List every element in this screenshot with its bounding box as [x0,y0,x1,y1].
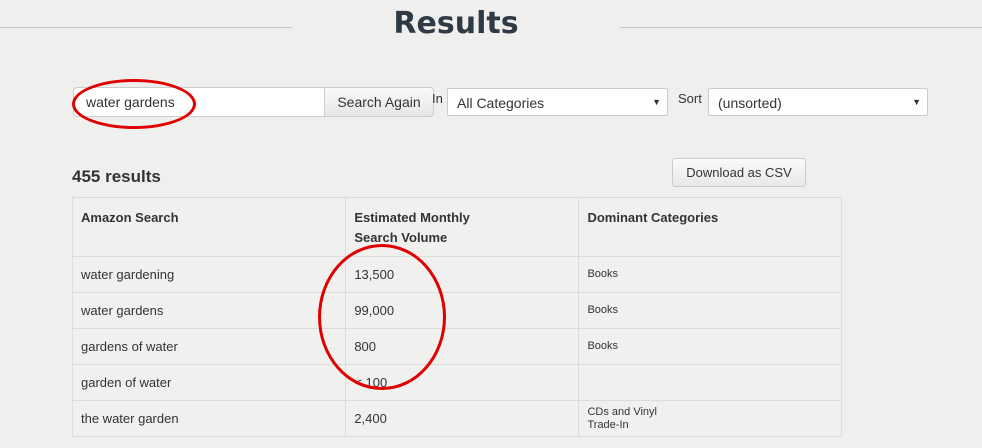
triangle-down-icon: ▼ [652,97,661,107]
search-volume-cell: 800 [345,328,580,365]
column-header-search-volume-label: Estimated Monthly Search Volume [354,210,470,245]
page-title: Results [393,6,519,41]
table-header-row: Amazon Search Estimated Monthly Search V… [71,197,842,257]
category-label: In [432,91,443,106]
category-cell: Books [578,256,842,293]
category-cell: CDs and Vinyl Trade-In [578,400,842,437]
table-row: water gardening 13,500 Books [71,256,842,293]
sort-select[interactable]: (unsorted) ▼ [708,88,928,116]
table-row: garden of water < 100 [71,364,842,401]
download-csv-button[interactable]: Download as CSV [672,158,806,187]
category-cell: Books [578,292,842,329]
search-volume-cell: 13,500 [345,256,580,293]
results-table: Amazon Search Estimated Monthly Search V… [71,197,842,437]
search-volume-cell: < 100 [345,364,580,401]
column-header-amazon-search: Amazon Search [71,197,347,257]
category-select-value: All Categories [457,95,545,111]
search-term-cell[interactable]: water gardens [71,292,347,329]
category-cell [578,364,842,401]
sort-select-value: (unsorted) [718,95,782,111]
triangle-down-icon: ▼ [912,97,921,107]
search-form: Search Again [73,87,434,117]
table-row: the water garden 2,400 CDs and Vinyl Tra… [71,400,842,437]
column-header-search-volume: Estimated Monthly Search Volume [345,197,580,257]
search-term-cell[interactable]: water gardening [71,256,347,293]
search-volume-cell: 99,000 [345,292,580,329]
search-volume-cell: 2,400 [345,400,580,437]
search-term-cell[interactable]: the water garden [71,400,347,437]
search-term-cell[interactable]: gardens of water [71,328,347,365]
category-select[interactable]: All Categories ▼ [447,88,668,116]
search-input[interactable] [73,87,324,117]
table-row: gardens of water 800 Books [71,328,842,365]
table-row: water gardens 99,000 Books [71,292,842,329]
sort-label: Sort [678,91,702,106]
column-header-dominant-categories: Dominant Categories [578,197,842,257]
results-count: 455 results [72,167,161,186]
search-term-cell[interactable]: garden of water [71,364,347,401]
category-cell: Books [578,328,842,365]
search-again-button[interactable]: Search Again [324,87,434,117]
